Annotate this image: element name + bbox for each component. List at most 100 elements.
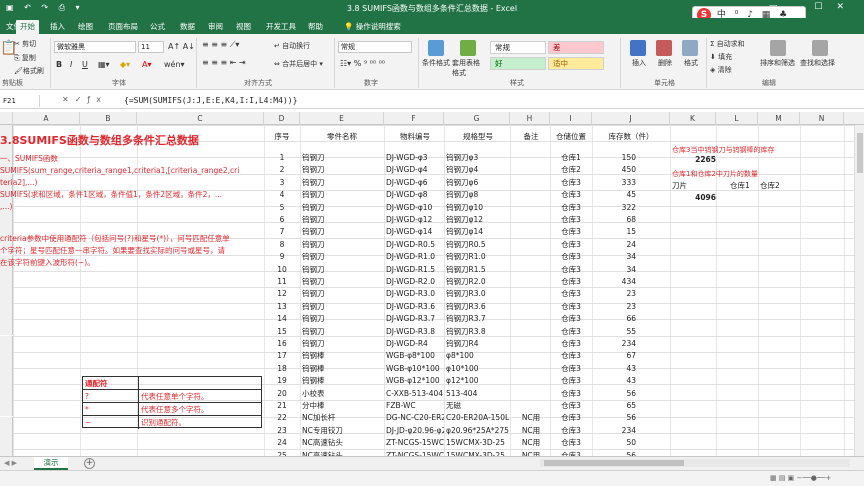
bold-button[interactable]: B bbox=[56, 60, 62, 69]
column-header-i[interactable]: I bbox=[550, 112, 592, 125]
table-format-icon[interactable] bbox=[460, 40, 476, 56]
merge-center-button[interactable]: ⇔ 合并后居中 ▾ bbox=[274, 59, 323, 69]
cell-part-name[interactable]: NC高速钻头 bbox=[302, 448, 382, 456]
underline-button[interactable]: U bbox=[82, 60, 88, 69]
tab-view[interactable]: 视图 bbox=[232, 20, 255, 34]
column-header-f[interactable]: F bbox=[384, 112, 444, 125]
font-name-select[interactable]: 微软雅黑 bbox=[54, 41, 136, 53]
table-header[interactable]: 物料编号 bbox=[386, 129, 444, 145]
sheet-tab-demo[interactable]: 演示 bbox=[34, 457, 68, 470]
format-cells-icon[interactable] bbox=[682, 40, 698, 56]
border-icon[interactable]: ▦▾ bbox=[98, 60, 110, 69]
column-header-m[interactable]: M bbox=[758, 112, 800, 125]
row-header[interactable] bbox=[0, 352, 13, 368]
insert-cells-button[interactable]: 插入 bbox=[632, 58, 646, 68]
formula-input[interactable]: {=SUM(SUMIFS(J:J,E:E,K4,I:I,L4:M4))} bbox=[124, 96, 297, 105]
close-button[interactable]: ✕ bbox=[836, 2, 858, 12]
column-header-l[interactable]: L bbox=[716, 112, 758, 125]
number-format-select[interactable]: 常规 bbox=[338, 41, 412, 53]
horizontal-scrollbar[interactable] bbox=[540, 459, 850, 467]
style-good[interactable]: 好 bbox=[490, 57, 546, 70]
number-format-icons[interactable]: ☷▾ % ⁹ ⁰⁰ ⁰⁰ bbox=[340, 59, 385, 68]
sheet-nav-arrows[interactable]: ◀ ▶ bbox=[4, 459, 17, 467]
delete-cells-icon[interactable] bbox=[656, 40, 672, 56]
row-header[interactable] bbox=[0, 384, 13, 400]
insert-cells-icon[interactable] bbox=[630, 40, 646, 56]
row-header[interactable] bbox=[0, 287, 13, 303]
autosum-button[interactable]: Σ 自动求和 bbox=[710, 39, 745, 49]
column-header-k[interactable]: K bbox=[670, 112, 716, 125]
tell-me-search[interactable]: 💡 操作说明搜索 bbox=[340, 20, 405, 34]
table-header[interactable]: 仓储位置 bbox=[550, 129, 592, 145]
style-bad[interactable]: 差 bbox=[548, 41, 604, 54]
tab-page-layout[interactable]: 页面布局 bbox=[104, 20, 142, 34]
row-header[interactable] bbox=[0, 417, 13, 433]
tab-formulas[interactable]: 公式 bbox=[146, 20, 169, 34]
wrap-text-button[interactable]: ↵ 自动换行 bbox=[274, 41, 310, 51]
column-header-n[interactable]: N bbox=[800, 112, 844, 125]
copy-button[interactable]: ⎘ 复制 bbox=[14, 53, 36, 63]
horizontal-align-icons[interactable]: ≡ ≡ ≡ ⇤ ⇥ bbox=[202, 58, 246, 67]
clear-button[interactable]: ◈ 清除 bbox=[710, 65, 732, 75]
warehouse-2-label[interactable]: 仓库2 bbox=[760, 178, 780, 194]
font-color-icon[interactable]: A▾ bbox=[142, 60, 152, 69]
format-painter-button[interactable]: 🖌格式刷 bbox=[14, 66, 44, 76]
tab-insert[interactable]: 插入 bbox=[46, 20, 69, 34]
table-header[interactable]: 备注 bbox=[512, 129, 550, 145]
select-all-corner[interactable] bbox=[0, 112, 13, 125]
cell-seq[interactable]: 25 bbox=[264, 448, 300, 456]
column-header-j[interactable]: J bbox=[592, 112, 670, 125]
add-sheet-button[interactable]: + bbox=[84, 458, 95, 469]
name-box[interactable]: F21 bbox=[0, 95, 40, 107]
tab-draw[interactable]: 绘图 bbox=[74, 20, 97, 34]
italic-button[interactable]: I bbox=[70, 60, 72, 69]
column-header-c[interactable]: C bbox=[137, 112, 264, 125]
table-header[interactable]: 规格型号 bbox=[446, 129, 510, 145]
sort-filter-button[interactable]: 排序和筛选 bbox=[760, 58, 795, 68]
vertical-scrollbar[interactable] bbox=[854, 125, 864, 456]
column-header-d[interactable]: D bbox=[264, 112, 300, 125]
column-header-e[interactable]: E bbox=[300, 112, 384, 125]
cell-location[interactable]: 仓库3 bbox=[550, 448, 592, 456]
table-format-button[interactable]: 套用表格格式 bbox=[452, 58, 486, 78]
style-normal[interactable]: 常规 bbox=[490, 41, 546, 54]
row-header[interactable] bbox=[0, 336, 13, 352]
table-header[interactable]: 零件名称 bbox=[302, 129, 382, 145]
warehouse-1-label[interactable]: 仓库1 bbox=[730, 178, 750, 194]
row-header[interactable] bbox=[0, 433, 13, 449]
scroll-thumb[interactable] bbox=[857, 133, 863, 173]
style-neutral[interactable]: 适中 bbox=[548, 57, 604, 70]
conditional-format-button[interactable]: 条件格式 bbox=[422, 58, 450, 68]
sort-filter-icon[interactable] bbox=[770, 40, 786, 56]
font-size-select[interactable]: 11 bbox=[138, 41, 164, 53]
font-grow-shrink-icon[interactable]: A↑ A↓ bbox=[168, 42, 195, 51]
tab-developer[interactable]: 开发工具 bbox=[262, 20, 300, 34]
cut-button[interactable]: ✂ 剪切 bbox=[14, 39, 36, 49]
find-select-icon[interactable] bbox=[812, 40, 828, 56]
column-header-a[interactable]: A bbox=[13, 112, 80, 125]
row-header[interactable] bbox=[0, 271, 13, 287]
fill-button[interactable]: ⬇ 填充 bbox=[710, 52, 732, 62]
table-header[interactable]: 库存数（件） bbox=[592, 129, 670, 145]
row-header[interactable] bbox=[0, 319, 13, 335]
cell-material-code[interactable]: ZT-NCGS-15WCMX-3D-25 bbox=[386, 448, 444, 456]
formula-buttons[interactable]: ✕✓ƒx bbox=[62, 95, 107, 104]
row-header[interactable] bbox=[0, 368, 13, 384]
cell-spec[interactable]: 15WCMX-3D-25 bbox=[446, 448, 510, 456]
delete-cells-button[interactable]: 删除 bbox=[658, 58, 672, 68]
phonetic-icon[interactable]: wén▾ bbox=[164, 60, 185, 69]
tab-data[interactable]: 数据 bbox=[176, 20, 199, 34]
table-header[interactable]: 序号 bbox=[264, 129, 300, 145]
view-buttons[interactable]: ▦ ▤ ▣ −──●──+ bbox=[770, 474, 831, 482]
tab-help[interactable]: 帮助 bbox=[304, 20, 327, 34]
cell-stock[interactable]: 56 bbox=[592, 448, 636, 456]
row-header[interactable] bbox=[0, 303, 13, 319]
tab-review[interactable]: 审阅 bbox=[204, 20, 227, 34]
tab-home[interactable]: 开始 bbox=[16, 20, 39, 34]
worksheet-grid[interactable]: 3.8SUMIFS函数与数组多条件汇总数据 一、SUMIFS函数 SUMIFS(… bbox=[0, 125, 864, 456]
find-select-button[interactable]: 查找和选择 bbox=[800, 58, 835, 68]
top-align-icons[interactable]: ≡ ≡ ≡ ⟋▾ bbox=[202, 40, 239, 50]
format-cells-button[interactable]: 格式 bbox=[684, 58, 698, 68]
answer-2[interactable]: 4096 bbox=[672, 190, 716, 206]
scroll-thumb[interactable] bbox=[544, 460, 684, 466]
